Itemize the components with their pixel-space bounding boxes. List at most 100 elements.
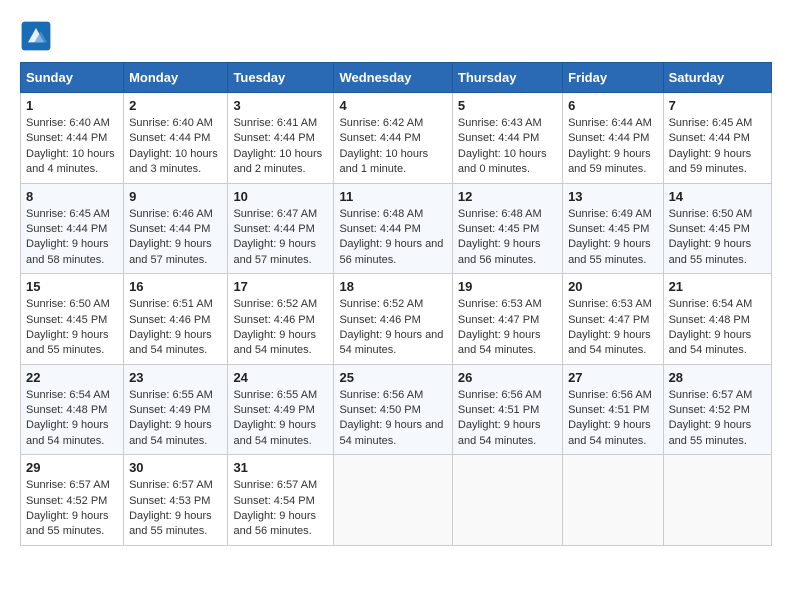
day-cell: 9 Sunrise: 6:46 AM Sunset: 4:44 PM Dayli… [124, 183, 228, 274]
day-number: 25 [339, 370, 446, 385]
header-cell-tuesday: Tuesday [228, 63, 334, 93]
day-info: Sunrise: 6:50 AM Sunset: 4:45 PM Dayligh… [26, 297, 118, 359]
day-number: 26 [458, 370, 557, 385]
day-info: Sunrise: 6:57 AM Sunset: 4:53 PM Dayligh… [129, 478, 222, 540]
day-cell: 23 Sunrise: 6:55 AM Sunset: 4:49 PM Dayl… [124, 364, 228, 455]
day-cell: 13 Sunrise: 6:49 AM Sunset: 4:45 PM Dayl… [563, 183, 664, 274]
day-cell: 16 Sunrise: 6:51 AM Sunset: 4:46 PM Dayl… [124, 274, 228, 365]
calendar-header: SundayMondayTuesdayWednesdayThursdayFrid… [21, 63, 772, 93]
header-cell-friday: Friday [563, 63, 664, 93]
day-number: 14 [669, 189, 766, 204]
day-cell: 12 Sunrise: 6:48 AM Sunset: 4:45 PM Dayl… [452, 183, 562, 274]
week-row-1: 1 Sunrise: 6:40 AM Sunset: 4:44 PM Dayli… [21, 93, 772, 184]
day-cell: 8 Sunrise: 6:45 AM Sunset: 4:44 PM Dayli… [21, 183, 124, 274]
day-cell: 20 Sunrise: 6:53 AM Sunset: 4:47 PM Dayl… [563, 274, 664, 365]
logo-icon [20, 20, 52, 52]
week-row-4: 22 Sunrise: 6:54 AM Sunset: 4:48 PM Dayl… [21, 364, 772, 455]
day-number: 1 [26, 98, 118, 113]
header-cell-monday: Monday [124, 63, 228, 93]
day-info: Sunrise: 6:54 AM Sunset: 4:48 PM Dayligh… [26, 388, 118, 450]
day-cell: 25 Sunrise: 6:56 AM Sunset: 4:50 PM Dayl… [334, 364, 452, 455]
day-info: Sunrise: 6:44 AM Sunset: 4:44 PM Dayligh… [568, 116, 658, 178]
day-number: 15 [26, 279, 118, 294]
day-cell: 22 Sunrise: 6:54 AM Sunset: 4:48 PM Dayl… [21, 364, 124, 455]
day-number: 12 [458, 189, 557, 204]
day-number: 28 [669, 370, 766, 385]
day-number: 21 [669, 279, 766, 294]
day-info: Sunrise: 6:50 AM Sunset: 4:45 PM Dayligh… [669, 207, 766, 269]
week-row-5: 29 Sunrise: 6:57 AM Sunset: 4:52 PM Dayl… [21, 455, 772, 546]
day-number: 22 [26, 370, 118, 385]
day-number: 16 [129, 279, 222, 294]
day-info: Sunrise: 6:48 AM Sunset: 4:44 PM Dayligh… [339, 207, 446, 269]
day-cell: 30 Sunrise: 6:57 AM Sunset: 4:53 PM Dayl… [124, 455, 228, 546]
day-number: 29 [26, 460, 118, 475]
day-cell: 1 Sunrise: 6:40 AM Sunset: 4:44 PM Dayli… [21, 93, 124, 184]
day-number: 5 [458, 98, 557, 113]
day-info: Sunrise: 6:56 AM Sunset: 4:51 PM Dayligh… [458, 388, 557, 450]
header-cell-wednesday: Wednesday [334, 63, 452, 93]
day-info: Sunrise: 6:42 AM Sunset: 4:44 PM Dayligh… [339, 116, 446, 178]
day-number: 30 [129, 460, 222, 475]
day-cell: 28 Sunrise: 6:57 AM Sunset: 4:52 PM Dayl… [663, 364, 771, 455]
day-cell: 3 Sunrise: 6:41 AM Sunset: 4:44 PM Dayli… [228, 93, 334, 184]
day-number: 9 [129, 189, 222, 204]
day-cell: 14 Sunrise: 6:50 AM Sunset: 4:45 PM Dayl… [663, 183, 771, 274]
day-cell: 19 Sunrise: 6:53 AM Sunset: 4:47 PM Dayl… [452, 274, 562, 365]
day-number: 13 [568, 189, 658, 204]
day-info: Sunrise: 6:43 AM Sunset: 4:44 PM Dayligh… [458, 116, 557, 178]
header-cell-sunday: Sunday [21, 63, 124, 93]
day-cell: 7 Sunrise: 6:45 AM Sunset: 4:44 PM Dayli… [663, 93, 771, 184]
day-cell [563, 455, 664, 546]
day-info: Sunrise: 6:45 AM Sunset: 4:44 PM Dayligh… [26, 207, 118, 269]
day-info: Sunrise: 6:51 AM Sunset: 4:46 PM Dayligh… [129, 297, 222, 359]
day-number: 11 [339, 189, 446, 204]
day-number: 17 [233, 279, 328, 294]
day-cell: 5 Sunrise: 6:43 AM Sunset: 4:44 PM Dayli… [452, 93, 562, 184]
day-cell: 6 Sunrise: 6:44 AM Sunset: 4:44 PM Dayli… [563, 93, 664, 184]
page-header [20, 20, 772, 52]
day-cell: 18 Sunrise: 6:52 AM Sunset: 4:46 PM Dayl… [334, 274, 452, 365]
day-cell: 4 Sunrise: 6:42 AM Sunset: 4:44 PM Dayli… [334, 93, 452, 184]
day-info: Sunrise: 6:40 AM Sunset: 4:44 PM Dayligh… [129, 116, 222, 178]
day-info: Sunrise: 6:56 AM Sunset: 4:51 PM Dayligh… [568, 388, 658, 450]
day-cell: 31 Sunrise: 6:57 AM Sunset: 4:54 PM Dayl… [228, 455, 334, 546]
day-cell: 27 Sunrise: 6:56 AM Sunset: 4:51 PM Dayl… [563, 364, 664, 455]
day-number: 19 [458, 279, 557, 294]
day-info: Sunrise: 6:45 AM Sunset: 4:44 PM Dayligh… [669, 116, 766, 178]
day-number: 8 [26, 189, 118, 204]
day-info: Sunrise: 6:41 AM Sunset: 4:44 PM Dayligh… [233, 116, 328, 178]
day-cell: 21 Sunrise: 6:54 AM Sunset: 4:48 PM Dayl… [663, 274, 771, 365]
day-number: 4 [339, 98, 446, 113]
day-cell: 26 Sunrise: 6:56 AM Sunset: 4:51 PM Dayl… [452, 364, 562, 455]
logo [20, 20, 56, 52]
day-number: 27 [568, 370, 658, 385]
day-cell: 2 Sunrise: 6:40 AM Sunset: 4:44 PM Dayli… [124, 93, 228, 184]
day-info: Sunrise: 6:48 AM Sunset: 4:45 PM Dayligh… [458, 207, 557, 269]
day-info: Sunrise: 6:55 AM Sunset: 4:49 PM Dayligh… [233, 388, 328, 450]
day-number: 6 [568, 98, 658, 113]
day-info: Sunrise: 6:56 AM Sunset: 4:50 PM Dayligh… [339, 388, 446, 450]
day-cell: 10 Sunrise: 6:47 AM Sunset: 4:44 PM Dayl… [228, 183, 334, 274]
day-info: Sunrise: 6:55 AM Sunset: 4:49 PM Dayligh… [129, 388, 222, 450]
day-cell: 11 Sunrise: 6:48 AM Sunset: 4:44 PM Dayl… [334, 183, 452, 274]
day-info: Sunrise: 6:46 AM Sunset: 4:44 PM Dayligh… [129, 207, 222, 269]
day-number: 23 [129, 370, 222, 385]
day-cell [452, 455, 562, 546]
day-number: 7 [669, 98, 766, 113]
day-number: 20 [568, 279, 658, 294]
day-number: 31 [233, 460, 328, 475]
calendar-table: SundayMondayTuesdayWednesdayThursdayFrid… [20, 62, 772, 546]
day-info: Sunrise: 6:52 AM Sunset: 4:46 PM Dayligh… [339, 297, 446, 359]
day-info: Sunrise: 6:47 AM Sunset: 4:44 PM Dayligh… [233, 207, 328, 269]
day-cell [663, 455, 771, 546]
day-cell: 15 Sunrise: 6:50 AM Sunset: 4:45 PM Dayl… [21, 274, 124, 365]
header-cell-saturday: Saturday [663, 63, 771, 93]
header-row: SundayMondayTuesdayWednesdayThursdayFrid… [21, 63, 772, 93]
day-info: Sunrise: 6:57 AM Sunset: 4:52 PM Dayligh… [669, 388, 766, 450]
week-row-2: 8 Sunrise: 6:45 AM Sunset: 4:44 PM Dayli… [21, 183, 772, 274]
day-info: Sunrise: 6:40 AM Sunset: 4:44 PM Dayligh… [26, 116, 118, 178]
day-info: Sunrise: 6:57 AM Sunset: 4:54 PM Dayligh… [233, 478, 328, 540]
day-info: Sunrise: 6:53 AM Sunset: 4:47 PM Dayligh… [568, 297, 658, 359]
day-cell: 24 Sunrise: 6:55 AM Sunset: 4:49 PM Dayl… [228, 364, 334, 455]
